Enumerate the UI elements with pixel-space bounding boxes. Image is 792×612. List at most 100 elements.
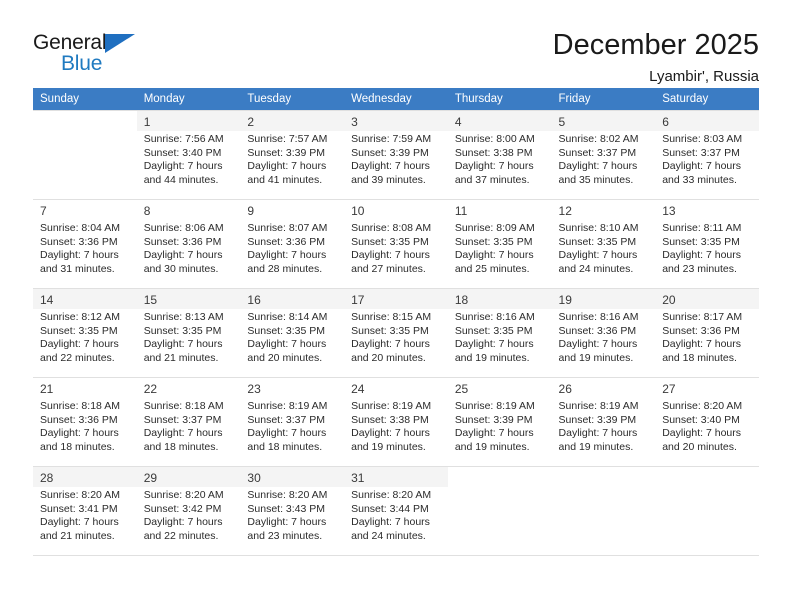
daylight-text-line2: and 39 minutes.	[351, 173, 426, 186]
day-details: Sunrise: 8:20 AM Sunset: 3:43 PM Daylight:…	[240, 487, 345, 555]
calendar-day-cell[interactable]: 21 Sunrise: 8:18 AM Sunset: 3:36 PM Dayligh…	[33, 377, 137, 467]
daylight-text-line2: and 23 minutes.	[662, 262, 737, 275]
day-number: 11	[454, 204, 468, 218]
calendar-day-cell[interactable]: 12 Sunrise: 8:10 AM Sunset: 3:35 PM Dayligh…	[551, 199, 656, 289]
sunrise-text: Sunrise: 8:19 AM	[454, 400, 535, 412]
weekday-header-thursday: Thursday	[447, 88, 552, 111]
day-details: Sunrise: 8:11 AM Sunset: 3:35 PM Daylight:…	[655, 220, 759, 288]
sunrise-text: Sunrise: 8:19 AM	[247, 400, 328, 412]
calendar-day-cell[interactable]: 5 Sunrise: 8:02 AM Sunset: 3:37 PM Daylight…	[551, 110, 656, 200]
general-blue-logo[interactable]: General Blue	[33, 28, 151, 75]
sunset-text: Sunset: 3:39 PM	[558, 413, 637, 426]
sunrise-text: Sunrise: 8:20 AM	[143, 489, 224, 501]
daylight-text-line1: Daylight: 7 hours	[143, 427, 223, 440]
day-number: 26	[558, 382, 572, 396]
calendar-day-cell[interactable]: 17 Sunrise: 8:15 AM Sunset: 3:35 PM Dayligh…	[344, 288, 448, 378]
calendar-day-cell[interactable]: 20 Sunrise: 8:17 AM Sunset: 3:36 PM Dayligh…	[655, 288, 759, 378]
calendar-day-cell[interactable]: 25 Sunrise: 8:19 AM Sunset: 3:39 PM Dayligh…	[447, 377, 552, 467]
sunset-text: Sunset: 3:38 PM	[454, 146, 533, 159]
calendar-week-row: 1 Sunrise: 7:56 AM Sunset: 3:40 PM Daylight…	[33, 110, 759, 200]
sunset-text: Sunset: 3:36 PM	[143, 235, 222, 248]
sunrise-text: Sunrise: 8:18 AM	[143, 400, 224, 412]
sunrise-text: Sunrise: 8:20 AM	[40, 489, 120, 501]
location-subtitle: Lyambir', Russia	[649, 68, 759, 85]
calendar-day-cell[interactable]: 14 Sunrise: 8:12 AM Sunset: 3:35 PM Dayligh…	[33, 288, 137, 378]
calendar-day-cell[interactable]: 2 Sunrise: 7:57 AM Sunset: 3:39 PM Daylight…	[240, 110, 345, 200]
daylight-text-line2: and 19 minutes.	[558, 351, 634, 364]
calendar-day-cell[interactable]: 28 Sunrise: 8:20 AM Sunset: 3:41 PM Dayligh…	[33, 466, 137, 556]
calendar-day-cell[interactable]: 24 Sunrise: 8:19 AM Sunset: 3:38 PM Dayligh…	[344, 377, 448, 467]
sunrise-text: Sunrise: 8:17 AM	[662, 311, 743, 323]
day-number: 25	[454, 382, 469, 396]
sunrise-text: Sunrise: 8:14 AM	[247, 311, 328, 323]
sunrise-text: Sunrise: 8:08 AM	[351, 222, 432, 234]
day-number: 30	[247, 471, 261, 485]
calendar-cell-empty	[655, 466, 759, 556]
daylight-text-line2: and 19 minutes.	[454, 440, 530, 453]
day-number: 13	[662, 204, 676, 218]
day-number: 21	[40, 382, 54, 396]
day-details: Sunrise: 8:00 AM Sunset: 3:38 PM Daylight:…	[447, 131, 552, 199]
sunrise-text: Sunrise: 8:06 AM	[143, 222, 224, 234]
calendar-day-cell[interactable]: 3 Sunrise: 7:59 AM Sunset: 3:39 PM Daylight…	[344, 110, 448, 200]
calendar-day-cell[interactable]: 4 Sunrise: 8:00 AM Sunset: 3:38 PM Daylight…	[447, 110, 552, 200]
sunrise-text: Sunrise: 8:18 AM	[40, 400, 120, 412]
sunset-text: Sunset: 3:35 PM	[558, 235, 637, 248]
calendar-day-cell[interactable]: 27 Sunrise: 8:20 AM Sunset: 3:40 PM Dayligh…	[655, 377, 759, 467]
calendar-day-cell[interactable]: 1 Sunrise: 7:56 AM Sunset: 3:40 PM Daylight…	[136, 110, 241, 200]
calendar-day-cell[interactable]: 8 Sunrise: 8:06 AM Sunset: 3:36 PM Daylight…	[136, 199, 241, 289]
sunrise-text: Sunrise: 8:02 AM	[558, 133, 639, 145]
sunset-text: Sunset: 3:35 PM	[351, 324, 429, 337]
calendar-day-cell[interactable]: 10 Sunrise: 8:08 AM Sunset: 3:35 PM Dayligh…	[344, 199, 448, 289]
day-number: 8	[143, 204, 151, 218]
calendar-day-cell[interactable]: 16 Sunrise: 8:14 AM Sunset: 3:35 PM Dayligh…	[240, 288, 345, 378]
day-details: Sunrise: 8:03 AM Sunset: 3:37 PM Daylight:…	[655, 131, 759, 199]
daylight-text-line1: Daylight: 7 hours	[247, 427, 327, 440]
weekday-header-sunday: Sunday	[33, 88, 137, 111]
daylight-text-line1: Daylight: 7 hours	[247, 160, 327, 173]
daylight-text-line1: Daylight: 7 hours	[662, 160, 742, 173]
day-number: 19	[558, 293, 572, 307]
daylight-text-line1: Daylight: 7 hours	[454, 160, 534, 173]
sunset-text: Sunset: 3:40 PM	[143, 146, 222, 159]
calendar-day-cell[interactable]: 15 Sunrise: 8:13 AM Sunset: 3:35 PM Dayligh…	[136, 288, 241, 378]
calendar-day-cell[interactable]: 18 Sunrise: 8:16 AM Sunset: 3:35 PM Dayligh…	[447, 288, 552, 378]
day-number: 16	[247, 293, 261, 307]
calendar-day-cell[interactable]: 9 Sunrise: 8:07 AM Sunset: 3:36 PM Daylight…	[240, 199, 345, 289]
calendar-day-cell[interactable]: 7 Sunrise: 8:04 AM Sunset: 3:36 PM Daylight…	[33, 199, 137, 289]
logo-blue-label: Blue	[61, 52, 103, 75]
calendar-day-cell[interactable]: 23 Sunrise: 8:19 AM Sunset: 3:37 PM Dayligh…	[240, 377, 345, 467]
calendar-day-cell[interactable]: 26 Sunrise: 8:19 AM Sunset: 3:39 PM Dayligh…	[551, 377, 656, 467]
daylight-text-line2: and 18 minutes.	[143, 440, 219, 453]
day-details: Sunrise: 8:12 AM Sunset: 3:35 PM Daylight:…	[33, 309, 137, 377]
calendar-day-cell[interactable]: 6 Sunrise: 8:03 AM Sunset: 3:37 PM Daylight…	[655, 110, 759, 200]
day-number: 31	[351, 471, 365, 485]
daylight-text-line2: and 28 minutes.	[247, 262, 323, 275]
sunrise-text: Sunrise: 8:19 AM	[351, 400, 432, 412]
daylight-text-line1: Daylight: 7 hours	[40, 516, 119, 529]
calendar-day-cell[interactable]: 31 Sunrise: 8:20 AM Sunset: 3:44 PM Dayligh…	[344, 466, 448, 556]
calendar-day-cell[interactable]: 11 Sunrise: 8:09 AM Sunset: 3:35 PM Dayligh…	[447, 199, 552, 289]
calendar-week-row: 28 Sunrise: 8:20 AM Sunset: 3:41 PM Dayligh…	[33, 466, 759, 556]
sunrise-text: Sunrise: 8:20 AM	[351, 489, 432, 501]
daylight-text-line1: Daylight: 7 hours	[454, 427, 534, 440]
daylight-text-line2: and 19 minutes.	[558, 440, 634, 453]
calendar-cell-empty	[33, 110, 137, 200]
sunset-text: Sunset: 3:39 PM	[247, 146, 326, 159]
calendar-day-cell[interactable]: 19 Sunrise: 8:16 AM Sunset: 3:36 PM Dayligh…	[551, 288, 656, 378]
calendar-day-cell[interactable]: 13 Sunrise: 8:11 AM Sunset: 3:35 PM Dayligh…	[655, 199, 759, 289]
daylight-text-line1: Daylight: 7 hours	[662, 338, 742, 351]
weekday-header-tuesday: Tuesday	[240, 88, 345, 111]
day-number: 7	[40, 204, 47, 218]
sunset-text: Sunset: 3:37 PM	[143, 413, 222, 426]
calendar-day-cell[interactable]: 29 Sunrise: 8:20 AM Sunset: 3:42 PM Dayligh…	[136, 466, 241, 556]
day-details: Sunrise: 8:19 AM Sunset: 3:39 PM Daylight:…	[447, 398, 552, 466]
daylight-text-line2: and 24 minutes.	[351, 529, 426, 542]
sunrise-text: Sunrise: 8:00 AM	[454, 133, 535, 145]
calendar-day-cell[interactable]: 22 Sunrise: 8:18 AM Sunset: 3:37 PM Dayligh…	[136, 377, 241, 467]
day-number: 6	[662, 115, 669, 129]
calendar-day-cell[interactable]: 30 Sunrise: 8:20 AM Sunset: 3:43 PM Dayligh…	[240, 466, 345, 556]
daylight-text-line1: Daylight: 7 hours	[351, 338, 430, 351]
daylight-text-line2: and 20 minutes.	[351, 351, 426, 364]
daylight-text-line1: Daylight: 7 hours	[558, 249, 638, 262]
